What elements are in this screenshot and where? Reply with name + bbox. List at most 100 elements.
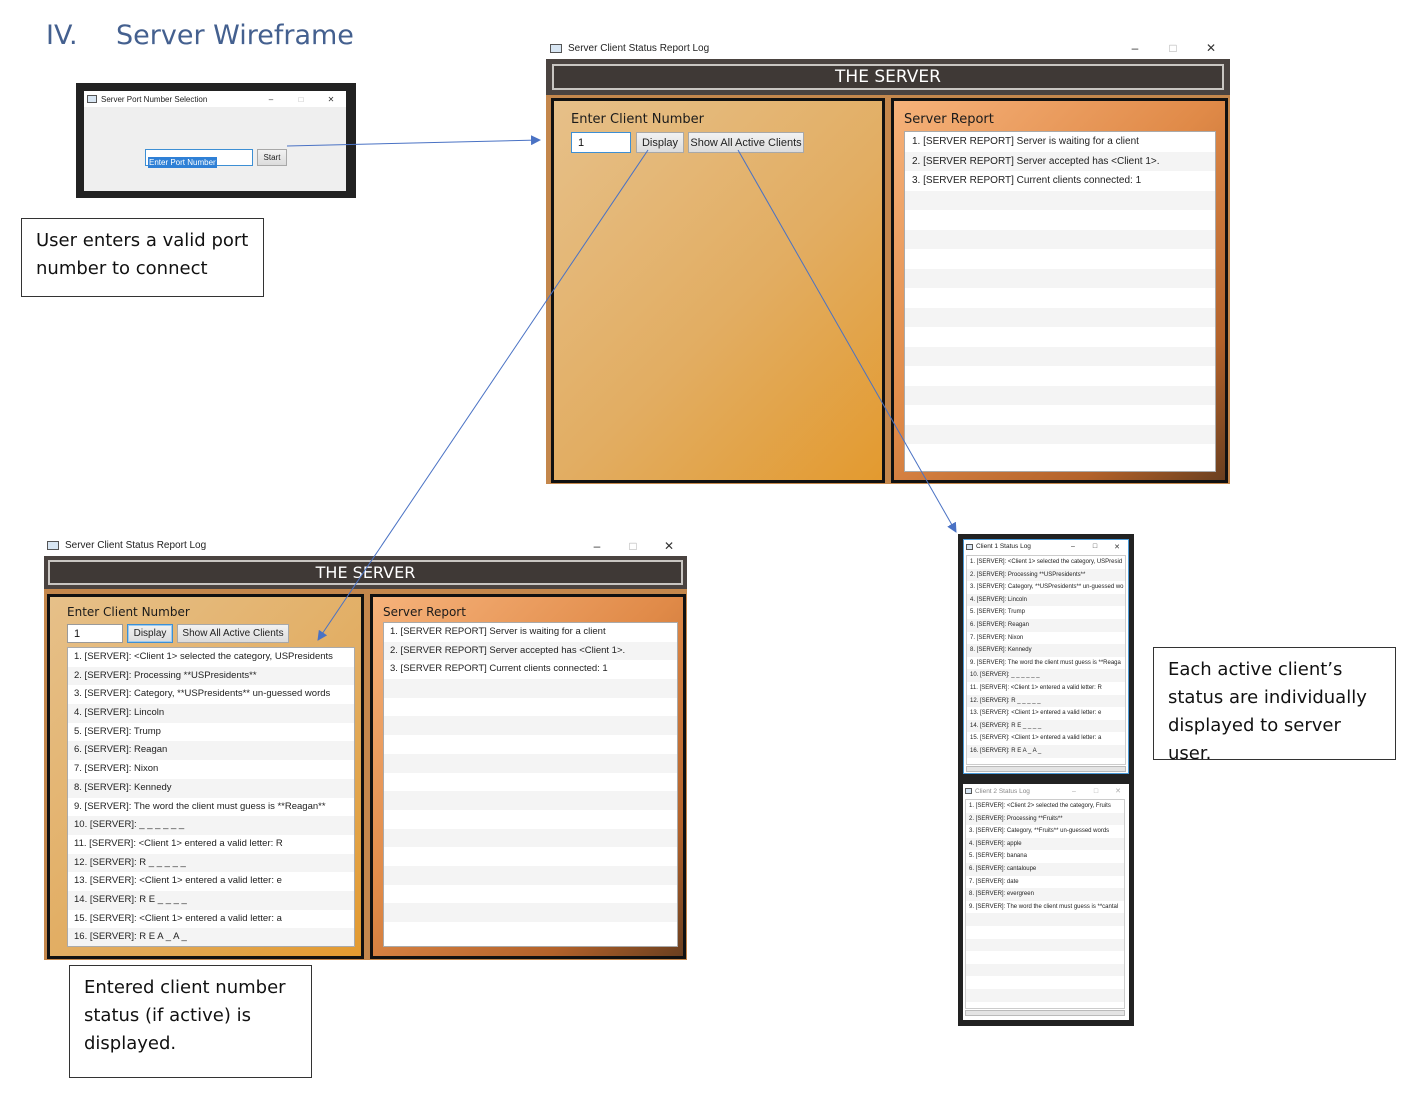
list-item[interactable]: 5. [SERVER]: banana xyxy=(966,850,1124,863)
empty-row[interactable] xyxy=(966,913,1124,926)
show-all-clients-button[interactable]: Show All Active Clients xyxy=(688,132,804,153)
list-item[interactable]: 8. [SERVER]: evergreen xyxy=(966,888,1124,901)
empty-row[interactable] xyxy=(905,229,1215,249)
empty-row[interactable] xyxy=(384,847,677,866)
empty-row[interactable] xyxy=(384,679,677,698)
empty-row[interactable] xyxy=(966,963,1124,977)
list-item[interactable]: 2. [SERVER]: Processing **Fruits** xyxy=(966,812,1124,826)
client-number-input[interactable]: 1 xyxy=(571,132,631,153)
minimize-icon[interactable]: – xyxy=(256,95,286,104)
list-item[interactable]: 14. [SERVER]: R E _ _ _ _ xyxy=(967,719,1125,733)
server-report-list[interactable]: 1. [SERVER REPORT] Server is waiting for… xyxy=(904,131,1216,472)
list-item[interactable]: 2. [SERVER REPORT] Server accepted has <… xyxy=(384,641,677,661)
empty-row[interactable] xyxy=(384,903,677,922)
empty-row[interactable] xyxy=(384,810,677,829)
list-item[interactable]: 16. [SERVER]: R E A _ A _ xyxy=(68,928,354,946)
close-icon[interactable]: ✕ xyxy=(316,95,346,104)
maximize-icon[interactable]: □ xyxy=(1084,543,1106,550)
list-item[interactable]: 14. [SERVER]: R E _ _ _ _ xyxy=(68,890,354,910)
empty-row[interactable] xyxy=(384,735,677,754)
list-item[interactable]: 1. [SERVER]: <Client 1> selected the cat… xyxy=(967,556,1125,569)
list-item[interactable]: 3. [SERVER REPORT] Current clients conne… xyxy=(384,660,677,679)
horizontal-scrollbar[interactable] xyxy=(966,766,1126,772)
list-item[interactable]: 1. [SERVER]: <Client 1> selected the cat… xyxy=(68,648,354,667)
empty-row[interactable] xyxy=(384,773,677,792)
empty-row[interactable] xyxy=(384,698,677,717)
client-number-input[interactable]: 1 xyxy=(67,624,123,643)
list-item[interactable]: 5. [SERVER]: Trump xyxy=(967,606,1125,619)
empty-row[interactable] xyxy=(966,951,1124,964)
empty-row[interactable] xyxy=(905,327,1215,347)
list-item[interactable]: 8. [SERVER]: Kennedy xyxy=(68,778,354,798)
list-item[interactable]: 4. [SERVER]: Lincoln xyxy=(967,593,1125,607)
empty-row[interactable] xyxy=(384,885,677,904)
empty-row[interactable] xyxy=(384,753,677,773)
empty-row[interactable] xyxy=(905,366,1215,386)
list-item[interactable]: 10. [SERVER]: _ _ _ _ _ _ xyxy=(68,816,354,835)
close-icon[interactable]: ✕ xyxy=(1192,41,1230,55)
list-item[interactable]: 2. [SERVER REPORT] Server accepted has <… xyxy=(905,151,1215,171)
minimize-icon[interactable]: – xyxy=(1063,788,1085,795)
list-item[interactable]: 13. [SERVER]: <Client 1> entered a valid… xyxy=(967,707,1125,720)
empty-row[interactable] xyxy=(905,424,1215,444)
list-item[interactable]: 2. [SERVER]: Processing **USPresidents** xyxy=(967,568,1125,582)
empty-row[interactable] xyxy=(905,249,1215,269)
list-item[interactable]: 6. [SERVER]: Reagan xyxy=(68,741,354,761)
list-item[interactable]: 11. [SERVER]: <Client 1> entered a valid… xyxy=(68,835,354,854)
list-item[interactable]: 7. [SERVER]: Nixon xyxy=(967,632,1125,645)
list-item[interactable]: 9. [SERVER]: The word the client must gu… xyxy=(68,798,354,817)
client-status-list[interactable]: 1. [SERVER]: <Client 1> selected the cat… xyxy=(67,647,355,947)
empty-row[interactable] xyxy=(384,922,677,941)
empty-row[interactable] xyxy=(905,405,1215,425)
horizontal-scrollbar[interactable] xyxy=(965,1010,1125,1016)
list-item[interactable]: 3. [SERVER]: Category, **USPresidents** … xyxy=(967,581,1125,594)
minimize-icon[interactable]: – xyxy=(579,539,615,553)
empty-row[interactable] xyxy=(384,791,677,810)
start-button[interactable]: Start xyxy=(257,149,287,166)
empty-row[interactable] xyxy=(905,307,1215,327)
maximize-icon[interactable]: □ xyxy=(1085,788,1107,795)
port-number-input[interactable]: Enter Port Number xyxy=(145,149,253,168)
list-item[interactable]: 6. [SERVER]: Reagan xyxy=(967,618,1125,632)
empty-row[interactable] xyxy=(966,938,1124,952)
list-item[interactable]: 1. [SERVER REPORT] Server is waiting for… xyxy=(905,132,1215,152)
empty-row[interactable] xyxy=(905,346,1215,366)
list-item[interactable]: 4. [SERVER]: apple xyxy=(966,837,1124,851)
empty-row[interactable] xyxy=(905,268,1215,288)
close-icon[interactable]: ✕ xyxy=(1106,543,1128,551)
client1-log-list[interactable]: 1. [SERVER]: <Client 1> selected the cat… xyxy=(966,555,1126,765)
list-item[interactable]: 15. [SERVER]: <Client 1> entered a valid… xyxy=(967,732,1125,745)
client2-log-list[interactable]: 1. [SERVER]: <Client 2> selected the cat… xyxy=(965,799,1125,1009)
list-item[interactable]: 10. [SERVER]: _ _ _ _ _ _ xyxy=(967,669,1125,682)
show-all-clients-button[interactable]: Show All Active Clients xyxy=(177,624,289,643)
empty-row[interactable] xyxy=(966,926,1124,939)
list-item[interactable]: 9. [SERVER]: The word the client must gu… xyxy=(967,657,1125,670)
list-item[interactable]: 4. [SERVER]: Lincoln xyxy=(68,704,354,723)
empty-row[interactable] xyxy=(905,288,1215,308)
list-item[interactable]: 2. [SERVER]: Processing **USPresidents** xyxy=(68,666,354,686)
maximize-icon[interactable]: □ xyxy=(286,95,316,104)
empty-row[interactable] xyxy=(905,385,1215,405)
empty-row[interactable] xyxy=(905,444,1215,464)
empty-row[interactable] xyxy=(384,716,677,736)
server-report-list[interactable]: 1. [SERVER REPORT] Server is waiting for… xyxy=(383,622,678,947)
maximize-icon[interactable]: □ xyxy=(1154,41,1192,55)
empty-row[interactable] xyxy=(384,865,677,885)
list-item[interactable]: 15. [SERVER]: <Client 1> entered a valid… xyxy=(68,910,354,929)
list-item[interactable]: 3. [SERVER REPORT] Current clients conne… xyxy=(905,171,1215,191)
list-item[interactable]: 6. [SERVER]: cantaloupe xyxy=(966,862,1124,876)
list-item[interactable]: 12. [SERVER]: R _ _ _ _ _ xyxy=(967,694,1125,708)
list-item[interactable]: 8. [SERVER]: Kennedy xyxy=(967,644,1125,657)
list-item[interactable]: 12. [SERVER]: R _ _ _ _ _ xyxy=(68,853,354,873)
list-item[interactable]: 16. [SERVER]: R E A _ A _ xyxy=(967,744,1125,758)
list-item[interactable]: 9. [SERVER]: The word the client must gu… xyxy=(966,901,1124,914)
display-button[interactable]: Display xyxy=(127,624,173,643)
empty-row[interactable] xyxy=(966,976,1124,989)
empty-row[interactable] xyxy=(905,190,1215,210)
list-item[interactable]: 7. [SERVER]: date xyxy=(966,876,1124,889)
close-icon[interactable]: ✕ xyxy=(651,539,687,553)
list-item[interactable]: 3. [SERVER]: Category, **Fruits** un-gue… xyxy=(966,825,1124,838)
empty-row[interactable] xyxy=(384,828,677,848)
empty-row[interactable] xyxy=(905,210,1215,230)
minimize-icon[interactable]: – xyxy=(1062,543,1084,550)
